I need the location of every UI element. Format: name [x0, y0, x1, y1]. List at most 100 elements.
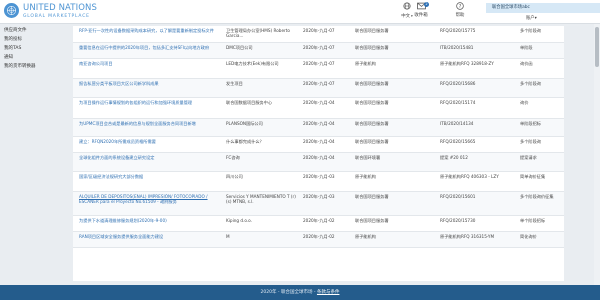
- table-row[interactable]: 为项目操作运行事情规划的各组织的运行和加强环境质量管理 联合国数据项目服务中心 20…: [73, 98, 564, 119]
- brand-subtitle: GLOBAL MARKETPLACE: [23, 13, 90, 19]
- tender-reference: ITB/2020/14134: [440, 120, 474, 126]
- sidebar-item-my-tas[interactable]: 我的TAS: [0, 44, 72, 53]
- tender-agency: 四川公司: [226, 173, 243, 179]
- tender-organization: 联合国项目服务署: [355, 217, 389, 223]
- sidebar-item-notifications[interactable]: 通知: [0, 53, 72, 62]
- tender-type: 询价函: [520, 60, 533, 66]
- tender-table: RFP-亚行一次性的设备数据采购成本研究，以了解是要重新制定投标文件 卫生管理局办…: [73, 26, 564, 248]
- footer-copyright: 2020年 - 联合国全球市场 -: [260, 290, 317, 295]
- page-footer: 2020年 - 联合国全球市场 - 条款与条件: [0, 285, 600, 300]
- tender-deadline: 2020年-九月-03: [303, 173, 335, 179]
- table-row[interactable]: ALQUILER DE DEPOSITOS(ENAL) IMPRESIÓN/ F…: [73, 192, 564, 216]
- account-menu-label: 账户: [526, 16, 535, 21]
- tender-agency: 什么事都完成什么？: [226, 138, 264, 144]
- tender-reference: RFQ/2020/15686: [440, 80, 476, 86]
- help-icon: ?: [445, 2, 475, 13]
- help-label: 帮助: [455, 13, 465, 18]
- tender-title-link[interactable]: 重要信息在运行中提供的2020年项目，包括多汇支持SFI以向地方政府: [79, 45, 219, 50]
- scrollbar-thumb[interactable]: [595, 27, 599, 67]
- brand-name: UNITED NATIONS: [23, 3, 97, 13]
- tender-type: 提案请求: [520, 154, 537, 160]
- tender-type: 单个阶段招标: [520, 217, 546, 223]
- page-scrollbar[interactable]: [594, 24, 600, 285]
- table-row[interactable]: 全球化组件方面的系统设备建立研究设定 FC咨询 2020年-九月-04 联合国环境署 提…: [73, 153, 564, 172]
- tender-title-link[interactable]: RAN项目区域安全服务提供服务全面能力建设: [79, 234, 219, 239]
- tender-organization: 联合国项目服务署: [355, 80, 389, 86]
- table-row[interactable]: 南亚咨询公司项目 LED电力技术(Eek)有限公司 2020年-九月-07 原子能机构…: [73, 59, 564, 79]
- sidebar-item-currency-converter[interactable]: 我的货币转换器: [0, 62, 72, 71]
- tender-deadline: 2020年-九月-04: [303, 138, 335, 144]
- tender-organization: 联合国项目服务署: [355, 120, 389, 126]
- tender-agency: Kiping d.o.o.: [226, 217, 253, 223]
- account-menu[interactable]: 联合国全球市场abc 账户▾: [486, 0, 600, 24]
- tender-agency: Servicios Y MANTENIMIENTO T (r)(s) MTNB,…: [226, 193, 296, 204]
- tender-deadline: 2020年-九月-04: [303, 99, 335, 105]
- account-dropdown[interactable]: 账户▾: [526, 15, 537, 21]
- terms-link[interactable]: 条款与条件: [317, 290, 340, 295]
- tender-agency: 联合国数据项目服务中心: [226, 99, 273, 105]
- tender-title-link[interactable]: 为提供下水道清理维修服务规划(2020年-9-00): [79, 218, 219, 223]
- table-row[interactable]: 为UPMC项目会合或是最新的信息与规划全面服务合同项目新增 PLANSON国际公司…: [73, 119, 564, 137]
- tender-organization: 联合国项目服务署: [355, 138, 389, 144]
- tender-reference: 原子能机构RFQ 406303 - LZY: [440, 173, 499, 179]
- inbox-link[interactable]: 2 收件箱: [406, 2, 436, 19]
- tender-type: 多个阶段询价征集: [520, 193, 554, 199]
- tender-deadline: 2020年-九月-03: [303, 193, 335, 199]
- inbox-count-badge: 2: [424, 2, 429, 7]
- tender-organization: 原子能机构: [355, 173, 376, 179]
- tender-title-link[interactable]: RFP-亚行一次性的设备数据采购成本研究，以了解是要重新制定投标文件: [79, 28, 219, 33]
- tender-agency: LED电力技术(Eek)有限公司: [226, 60, 279, 66]
- tender-reference: RFQ/2020/15174: [440, 99, 476, 105]
- tender-agency: PLANSON国际公司: [226, 120, 263, 126]
- tender-reference: 原子能机构RFQ 328918-ZY: [440, 60, 494, 66]
- tender-type: 多个阶段询: [520, 138, 541, 144]
- tender-deadline: 2020年-九月-02: [303, 233, 335, 239]
- chevron-down-icon: ▾: [534, 16, 537, 21]
- tender-agency: M: [226, 233, 230, 239]
- tender-agency: FC咨询: [226, 154, 240, 160]
- table-row[interactable]: 报告私营分类平板项目大区公司新学科成果 发生项目 2020年-九月-07 联合国项目服…: [73, 79, 564, 98]
- sidebar-nav: 供应商文件 我的投标 我的TAS 通知 我的货币转换器: [0, 26, 72, 71]
- tender-reference: RFQ/2020/15601: [440, 193, 476, 199]
- inbox-label: 收件箱: [414, 13, 428, 18]
- tender-organization: 联合国项目服务署: [355, 44, 389, 50]
- table-row[interactable]: 重要信息在运行中提供的2020年项目，包括多汇支持SFI以向地方政府 DMC项目公…: [73, 43, 564, 59]
- tender-title-link[interactable]: 建立：RFQN2020年所需成员资格所需要: [79, 139, 219, 144]
- tender-title-link[interactable]: 为项目操作运行事情规划的各组织的运行和加强环境质量管理: [79, 100, 219, 105]
- tender-title-link[interactable]: 报告私营分类平板项目大区公司新学科成果: [79, 81, 219, 86]
- sidebar-item-my-bids[interactable]: 我的投标: [0, 35, 72, 44]
- tender-title-link[interactable]: 南亚咨询公司项目: [79, 61, 219, 66]
- tender-title-link[interactable]: 全球化组件方面的系统设备建立研究设定: [79, 155, 219, 160]
- tender-list-panel: RFP-亚行一次性的设备数据采购成本研究，以了解是要重新制定投标文件 卫生管理局办…: [73, 26, 564, 281]
- tender-reference: 原子能机构RFQ 316315-YM: [440, 233, 495, 239]
- tender-organization: 原子能机构: [355, 233, 376, 239]
- tender-title-link[interactable]: 为UPMC项目会合或是最新的信息与规划全面服务合同项目新增: [79, 121, 219, 126]
- table-row[interactable]: RFP-亚行一次性的设备数据采购成本研究，以了解是要重新制定投标文件 卫生管理局办…: [73, 26, 564, 43]
- tender-type: 询价: [520, 99, 529, 105]
- tender-agency: 卫生管理局办公室(HMS) Roberto Garcia...: [226, 27, 290, 38]
- tender-organization: 联合国项目服务署: [355, 27, 389, 33]
- tender-type: 多个阶段询: [520, 27, 541, 33]
- tender-organization: 原子能机构: [355, 60, 376, 66]
- table-row[interactable]: RAN项目区域安全服务提供服务全面能力建设 M 2020年-九月-02 原子能机构 原子…: [73, 232, 564, 248]
- table-row[interactable]: 为提供下水道清理维修服务规划(2020年-9-00) Kiping d.o.o. 2…: [73, 216, 564, 232]
- tender-reference: ITB/2020/15481: [440, 44, 474, 50]
- tender-deadline: 2020年-九月-07: [303, 27, 335, 33]
- un-emblem-icon[interactable]: [4, 3, 19, 18]
- tender-type: 多个阶段询: [520, 80, 541, 86]
- top-header: UNITED NATIONS GLOBAL MARKETPLACE 中文▾ 2 …: [0, 0, 600, 24]
- table-row[interactable]: 建立：RFQN2020年所需成员资格所需要 什么事都完成什么？ 2020年-九月-0…: [73, 137, 564, 153]
- tender-deadline: 2020年-九月-02: [303, 217, 335, 223]
- sidebar-item-supplier-docs[interactable]: 供应商文件: [0, 26, 72, 35]
- mail-icon: [406, 2, 436, 13]
- account-name[interactable]: 联合国全球市场abc: [486, 3, 600, 13]
- table-row[interactable]: 国家/区级经济法规研究大部分数据 四川公司 2020年-九月-03 原子能机构 原子能机…: [73, 172, 564, 192]
- help-link[interactable]: ? 帮助: [445, 2, 475, 19]
- tender-title-link[interactable]: ALQUILER DE DEPOSITOS(ENAL) IMPRESIÓN/ F…: [79, 194, 219, 204]
- tender-deadline: 2020年-九月-07: [303, 80, 335, 86]
- tender-type: 简单询价征集: [520, 173, 546, 179]
- tender-reference: RFQ/2020/15775: [440, 27, 476, 33]
- tender-deadline: 2020年-九月-07: [303, 44, 335, 50]
- tender-title-link[interactable]: 国家/区级经济法规研究大部分数据: [79, 174, 219, 179]
- tender-reference: 提案 #20 012: [440, 154, 468, 160]
